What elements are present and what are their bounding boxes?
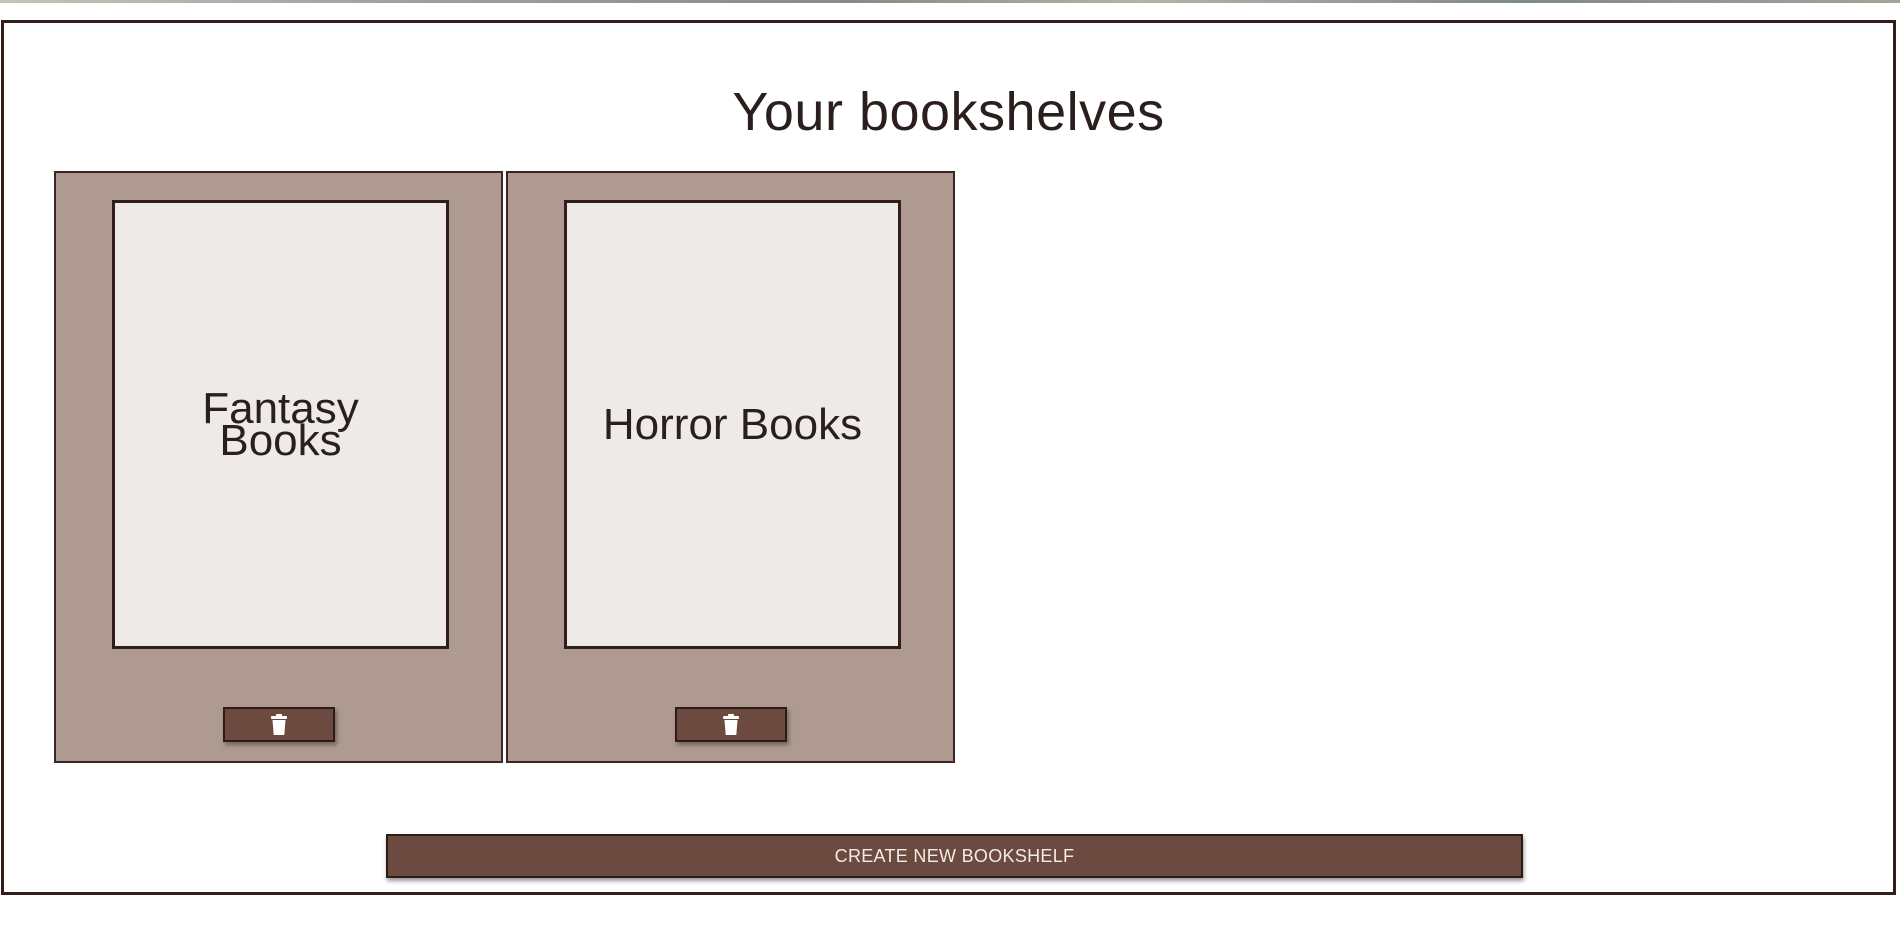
bookshelf-cover-link[interactable]: Horror Books [564,200,901,649]
create-bookshelf-button[interactable]: CREATE NEW BOOKSHELF [386,834,1523,878]
page-title: Your bookshelves [732,82,1165,142]
bookshelf-name: Horror Books [602,399,863,449]
bookshelf-name: Fantasy Books [202,383,359,465]
bookshelf-list: Fantasy Books Horror Books [54,171,955,763]
bookshelf-card: Fantasy Books [54,171,503,763]
bookshelf-card: Horror Books [506,171,955,763]
trash-icon [271,713,287,735]
bookshelves-panel: Your bookshelves Fantasy Books Horror Bo… [1,20,1896,895]
delete-bookshelf-button[interactable] [675,707,787,742]
delete-bookshelf-button[interactable] [223,707,335,742]
bookshelf-cover-link[interactable]: Fantasy Books [112,200,449,649]
trash-icon [723,713,739,735]
top-banner-strip [0,0,1900,3]
